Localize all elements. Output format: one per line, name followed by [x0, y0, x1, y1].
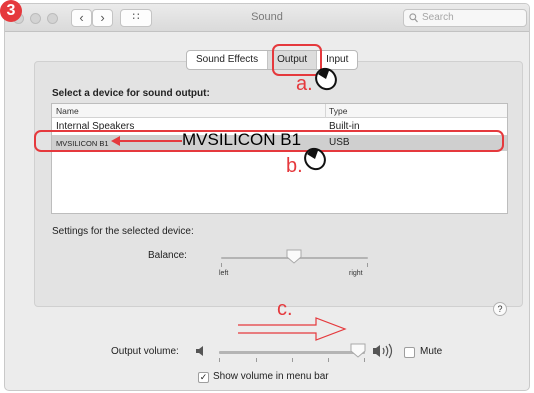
device-type: Built-in [329, 121, 360, 132]
output-volume-label: Output volume: [111, 346, 179, 357]
column-header-name[interactable]: Name [56, 106, 79, 116]
device-name: MVSILICON B1 [56, 139, 109, 148]
device-name: Internal Speakers [56, 121, 135, 132]
tab-output[interactable]: Output [268, 51, 318, 69]
mute-label: Mute [420, 346, 443, 357]
tab-input[interactable]: Input [317, 51, 357, 69]
balance-right-label: right [349, 270, 363, 277]
settings-label: Settings for the selected device: [52, 226, 194, 237]
help-button[interactable]: ? [493, 302, 507, 316]
column-divider [325, 104, 326, 118]
tab-sound-effects[interactable]: Sound Effects [187, 51, 269, 69]
title-bar: ‹ › ∷ Sound Search [5, 4, 529, 32]
search-field[interactable]: Search [403, 9, 527, 27]
show-volume-label: Show volume in menu bar [213, 371, 329, 382]
output-volume-thumb[interactable] [350, 343, 366, 358]
volume-tick [292, 358, 293, 362]
search-icon [409, 13, 418, 23]
balance-tick [367, 263, 368, 267]
speaker-high-icon [373, 343, 393, 359]
column-header-type[interactable]: Type [329, 106, 347, 116]
balance-tick [221, 263, 222, 267]
volume-tick [328, 358, 329, 362]
balance-label: Balance: [148, 250, 187, 261]
balance-slider-thumb[interactable] [286, 249, 302, 264]
output-volume-slider[interactable] [219, 351, 365, 354]
tab-bar: Sound Effects Output Input [186, 50, 359, 70]
sound-preferences-window: ‹ › ∷ Sound Search Select a device for s… [4, 3, 530, 391]
volume-tick [219, 358, 220, 362]
table-header: Name Type [52, 104, 507, 118]
checkmark-icon: ✓ [199, 372, 208, 382]
balance-left-label: left [219, 270, 229, 277]
device-type: USB [329, 137, 350, 148]
speaker-low-icon [196, 346, 203, 356]
volume-tick [364, 358, 365, 362]
search-placeholder: Search [422, 12, 454, 23]
output-panel: Select a device for sound output: Name T… [34, 61, 523, 307]
volume-tick [256, 358, 257, 362]
device-row-internal-speakers[interactable]: Internal Speakers Built-in [52, 119, 507, 135]
show-volume-checkbox[interactable]: ✓ [198, 372, 209, 383]
output-heading: Select a device for sound output: [52, 88, 210, 99]
device-row-mvsilicon-b1[interactable]: MVSILICON B1 USB [52, 135, 507, 151]
mute-checkbox[interactable] [404, 347, 415, 358]
device-table[interactable]: Name Type Internal Speakers Built-in MVS… [51, 103, 508, 214]
